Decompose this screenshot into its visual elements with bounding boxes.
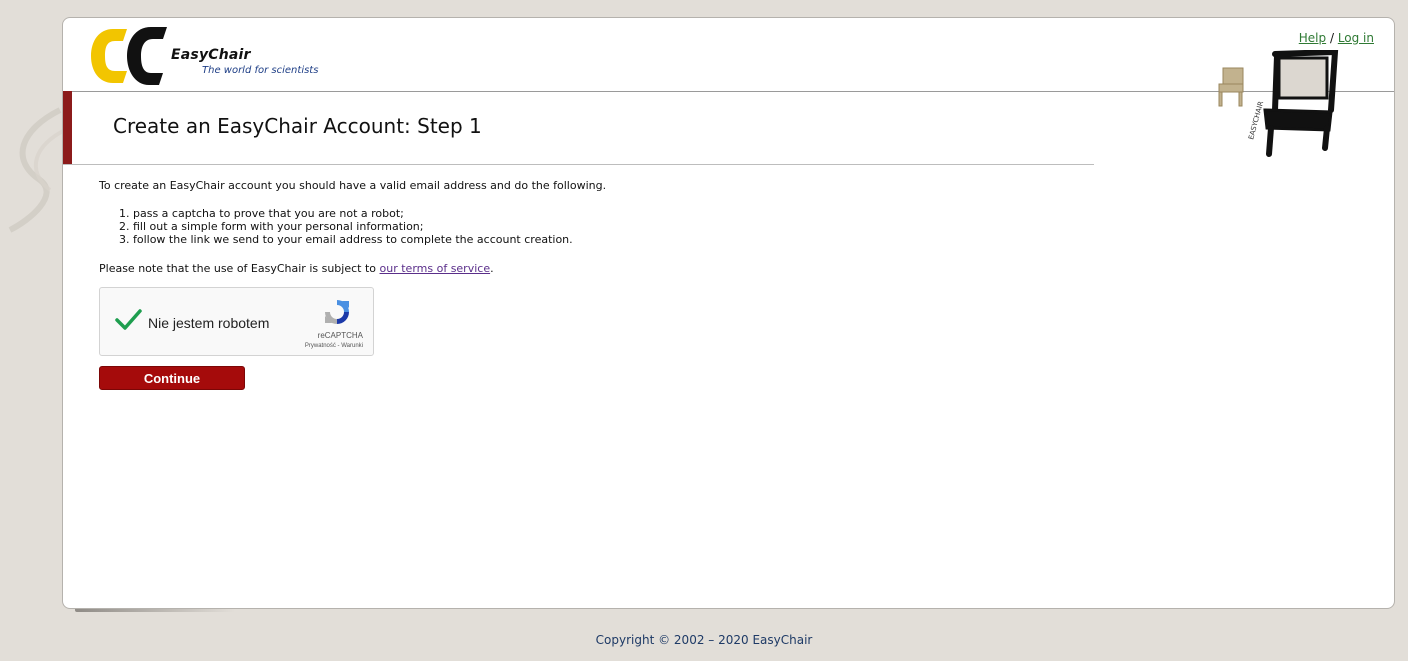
help-link[interactable]: Help xyxy=(1299,31,1326,45)
login-link[interactable]: Log in xyxy=(1338,31,1374,45)
recaptcha-logo-icon xyxy=(325,300,349,324)
captcha-label[interactable]: Nie jestem robotem xyxy=(148,315,269,331)
header: EasyChair The world for scientists Help … xyxy=(63,18,1394,92)
recaptcha-privacy-terms-links[interactable]: Prywatność - Warunki xyxy=(305,343,363,349)
terms-note: Please note that the use of EasyChair is… xyxy=(99,262,494,275)
background-swirl-decoration xyxy=(8,107,66,233)
terms-of-service-link[interactable]: our terms of service xyxy=(380,262,491,275)
title-accent-bar xyxy=(63,91,72,164)
footer-copyright: Copyright © 2002 – 2020 EasyChair xyxy=(595,633,813,647)
ec-logo-icon xyxy=(91,27,167,85)
continue-button[interactable]: Continue xyxy=(99,366,245,390)
svg-text:EASYCHAIR: EASYCHAIR xyxy=(1247,100,1265,140)
steps-list: 1. pass a captcha to prove that you are … xyxy=(99,207,573,246)
step-item: 3. follow the link we send to your email… xyxy=(119,233,573,246)
step-item: 2. fill out a simple form with your pers… xyxy=(119,220,424,233)
top-links: Help / Log in xyxy=(1299,31,1374,45)
logo-tagline: The world for scientists xyxy=(202,65,319,76)
page-background: EasyChair The world for scientists Help … xyxy=(0,0,1408,661)
chairs-illustration: EASYCHAIR xyxy=(1218,50,1339,157)
step-item: 1. pass a captcha to prove that you are … xyxy=(119,207,404,220)
logo-name: EasyChair xyxy=(171,47,251,63)
easychair-logo[interactable]: EasyChair The world for scientists xyxy=(89,25,349,87)
top-links-separator: / xyxy=(1329,31,1334,45)
page-title: Create an EasyChair Account: Step 1 xyxy=(113,114,482,138)
recaptcha-widget[interactable]: Nie jestem robotem reCAPTCHA Prywatność … xyxy=(99,287,374,356)
checkmark-icon[interactable] xyxy=(114,306,142,334)
terms-note-suffix: . xyxy=(490,262,494,275)
recaptcha-brand: reCAPTCHA xyxy=(317,331,363,340)
intro-text: To create an EasyChair account you shoul… xyxy=(99,179,607,192)
main-panel: EasyChair The world for scientists Help … xyxy=(62,17,1395,609)
terms-note-prefix: Please note that the use of EasyChair is… xyxy=(99,262,380,275)
title-block: Create an EasyChair Account: Step 1 xyxy=(63,91,1094,165)
